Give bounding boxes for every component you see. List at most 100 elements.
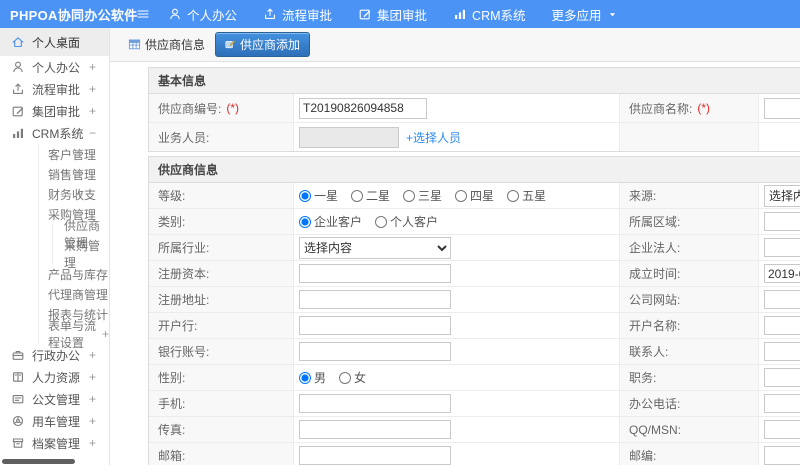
expand-plus-icon[interactable]: +: [76, 147, 83, 161]
field-input-s1-r7-c2[interactable]: [764, 368, 800, 387]
tab-supplier-add[interactable]: 供应商添加: [215, 32, 311, 57]
radio-option[interactable]: 三星: [403, 187, 442, 204]
field-input-s1-r3-c2[interactable]: [764, 264, 800, 283]
expand-plus-icon[interactable]: +: [89, 436, 96, 450]
sidebar-item-19[interactable]: 档案管理 +: [0, 432, 109, 454]
radio-option[interactable]: 个人客户: [375, 213, 438, 230]
expand-plus-icon[interactable]: +: [89, 348, 96, 362]
field-input-s1-r5-c2[interactable]: [764, 316, 800, 335]
sidebar-item-17[interactable]: 公文管理 +: [0, 388, 109, 410]
collapse-minus-icon[interactable]: −: [89, 126, 96, 140]
field-select-s1-r0-c2[interactable]: 选择内容: [764, 184, 800, 207]
radio-input[interactable]: [351, 189, 364, 202]
field-label: 企业法人:: [629, 241, 681, 255]
radio-label: 三星: [418, 189, 443, 203]
radio-input[interactable]: [339, 371, 352, 384]
field-label-cell: 类别:: [149, 209, 294, 234]
sidebar-item-16[interactable]: 人力资源 +: [0, 366, 109, 388]
tab-supplier-info[interactable]: 供应商信息: [128, 36, 205, 53]
field-label: 注册资本:: [158, 267, 210, 281]
sidebar-item-7[interactable]: 财务收支 +: [0, 184, 109, 204]
field-input-s1-r4-c1[interactable]: [299, 290, 451, 309]
topnav-item-label: 更多应用: [551, 8, 602, 23]
topnav-item-1[interactable]: 流程审批: [263, 5, 332, 24]
sidebar-item-14[interactable]: 表单与流程设置 +: [0, 319, 109, 350]
topnav-item-2[interactable]: 集团审批: [358, 5, 427, 24]
radio-input[interactable]: [455, 189, 468, 202]
field-input-s1-r4-c2[interactable]: [764, 290, 800, 309]
sidebar-item-5[interactable]: 客户管理 +: [0, 144, 109, 164]
expand-plus-icon[interactable]: +: [89, 104, 96, 118]
field-select-s1-r2-c1[interactable]: 选择内容: [299, 236, 451, 259]
field-input-s0-r1-c1[interactable]: [299, 126, 399, 148]
sidebar-item-label: 人力资源: [32, 370, 81, 385]
field-label: 来源:: [629, 189, 657, 203]
add-record-icon: [225, 39, 236, 50]
sidebar-item-0[interactable]: 个人桌面: [0, 28, 109, 56]
field-input-s1-r8-c1[interactable]: [299, 394, 451, 413]
topnav-item-0[interactable]: 个人办公: [168, 5, 237, 24]
radio-input[interactable]: [403, 189, 416, 202]
sidebar-item-6[interactable]: 销售管理 +: [0, 164, 109, 184]
field-label: 手机:: [158, 397, 186, 411]
field-input-s1-r6-c2[interactable]: [764, 342, 800, 361]
radio-option[interactable]: 四星: [455, 187, 494, 204]
sidebar-item-12[interactable]: 代理商管理 +: [0, 284, 109, 304]
field-value-cell: [294, 94, 620, 122]
expand-plus-icon[interactable]: +: [76, 167, 83, 181]
expand-plus-icon[interactable]: +: [89, 370, 96, 384]
field-value-cell: [294, 391, 620, 416]
field-input-s1-r10-c1[interactable]: [299, 446, 451, 465]
radio-input[interactable]: [299, 215, 311, 228]
expand-plus-icon[interactable]: +: [76, 267, 83, 281]
expand-plus-icon[interactable]: +: [76, 287, 83, 301]
field-input-s1-r5-c1[interactable]: [299, 316, 451, 335]
expand-plus-icon[interactable]: +: [89, 82, 96, 96]
radio-option[interactable]: 五星: [507, 187, 546, 204]
radio-input[interactable]: [507, 189, 520, 202]
field-value-cell: 选择内容: [294, 235, 620, 260]
field-input-s1-r3-c1[interactable]: [299, 264, 451, 283]
expand-plus-icon[interactable]: +: [89, 392, 96, 406]
radio-option[interactable]: 一星: [299, 187, 338, 204]
radio-input[interactable]: [299, 371, 311, 384]
sidebar-item-11[interactable]: 产品与库存 +: [0, 264, 109, 284]
sidebar-item-10[interactable]: 采购管理: [0, 239, 109, 270]
expand-plus-icon[interactable]: +: [89, 414, 96, 428]
radio-option[interactable]: 二星: [351, 187, 390, 204]
sidebar-item-label: 个人办公: [32, 60, 81, 75]
radio-option[interactable]: 男: [299, 369, 326, 386]
radio-option[interactable]: 企业客户: [299, 213, 362, 230]
expand-plus-icon[interactable]: +: [76, 187, 83, 201]
field-value-cell: [759, 365, 800, 390]
form-row: 邮箱: 邮编:: [149, 442, 800, 465]
field-input-s1-r2-c2[interactable]: [764, 238, 800, 257]
sidebar-item-15[interactable]: 行政办公 +: [0, 344, 109, 366]
radio-input[interactable]: [299, 189, 311, 202]
radio-option[interactable]: 女: [339, 369, 366, 386]
expand-plus-icon[interactable]: +: [102, 327, 109, 341]
expand-plus-icon[interactable]: +: [89, 60, 96, 74]
field-input-s1-r9-c2[interactable]: [764, 420, 800, 439]
field-input-s1-r9-c1[interactable]: [299, 420, 451, 439]
field-input-s1-r6-c1[interactable]: [299, 342, 451, 361]
field-input-s0-r0-c2[interactable]: [764, 97, 800, 119]
sidebar-item-18[interactable]: 用车管理 +: [0, 410, 109, 432]
horizontal-scrollbar-thumb[interactable]: [2, 459, 75, 464]
sidebar-item-3[interactable]: 集团审批 +: [0, 100, 109, 122]
field-input-s0-r0-c1[interactable]: [299, 97, 427, 119]
topnav-item-4[interactable]: 更多应用: [552, 5, 618, 24]
sidebar-item-2[interactable]: 流程审批 +: [0, 78, 109, 100]
field-input-s1-r8-c2[interactable]: [764, 394, 800, 413]
topnav-item-3[interactable]: CRM系统: [453, 5, 526, 24]
menu-toggle-button[interactable]: [136, 7, 150, 21]
radio-input[interactable]: [375, 215, 388, 228]
field-label: 开户行:: [158, 319, 198, 333]
select-personnel-link[interactable]: +选择人员: [406, 129, 461, 146]
sidebar-item-1[interactable]: 个人办公 +: [0, 56, 109, 78]
field-input-s1-r10-c2[interactable]: [764, 446, 800, 465]
sidebar-item-4[interactable]: CRM系统 −: [0, 122, 109, 144]
field-input-s1-r1-c2[interactable]: [764, 212, 800, 231]
app-logo: PHPOA协同办公软件: [10, 7, 138, 23]
chart-icon: [453, 7, 467, 21]
